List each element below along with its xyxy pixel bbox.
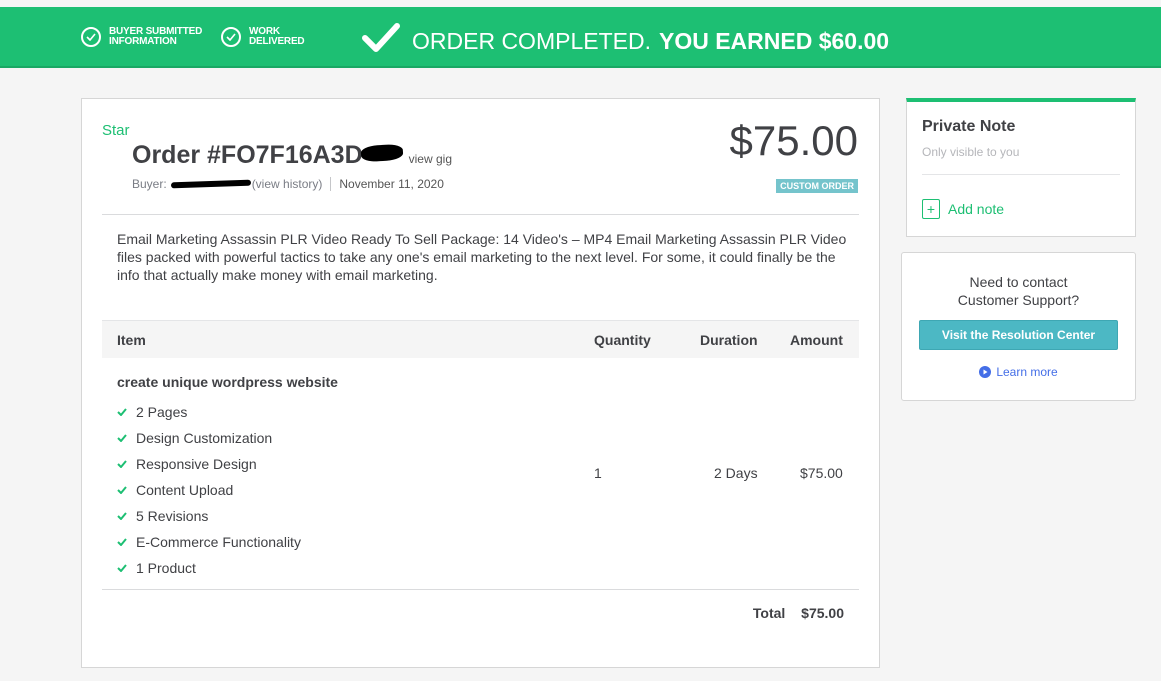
custom-order-badge: CUSTOM ORDER bbox=[776, 179, 858, 193]
add-note-icon: + bbox=[922, 199, 940, 219]
order-title: Order #FO7F16A3D view gig bbox=[132, 141, 452, 170]
column-duration: Duration bbox=[700, 332, 758, 348]
order-completed-headline: ORDER COMPLETED. YOU EARNED $60.00 bbox=[362, 23, 889, 59]
column-quantity: Quantity bbox=[594, 332, 651, 348]
check-icon bbox=[362, 23, 400, 59]
list-item: Design Customization bbox=[117, 425, 301, 451]
learn-more-label: Learn more bbox=[996, 365, 1058, 379]
order-status-banner: BUYER SUBMITTED INFORMATION WORK DELIVERED… bbox=[0, 7, 1161, 68]
cell-amount: $75.00 bbox=[800, 465, 843, 481]
check-circle-icon bbox=[81, 27, 101, 47]
package-name: create unique wordpress website bbox=[117, 374, 338, 390]
private-note-title: Private Note bbox=[922, 118, 1016, 135]
headline-earned: YOU EARNED $60.00 bbox=[658, 27, 890, 54]
order-price: $75.00 bbox=[729, 117, 858, 164]
cell-quantity: 1 bbox=[594, 465, 602, 481]
list-item: 1 Product bbox=[117, 555, 301, 581]
check-icon bbox=[117, 538, 129, 546]
order-date: November 11, 2020 bbox=[339, 177, 444, 191]
order-total: Total $75.00 bbox=[753, 605, 844, 621]
step-label: BUYER SUBMITTED INFORMATION bbox=[109, 26, 203, 47]
learn-more-link[interactable]: Learn more bbox=[902, 365, 1135, 379]
check-icon bbox=[117, 460, 129, 468]
add-note-button[interactable]: + Add note bbox=[922, 199, 1004, 219]
private-note-card: Private Note Only visible to you + Add n… bbox=[906, 98, 1136, 237]
view-gig-link[interactable]: view gig bbox=[409, 152, 452, 166]
list-item: E-Commerce Functionality bbox=[117, 529, 301, 555]
list-item: 2 Pages bbox=[117, 399, 301, 425]
add-note-label: Add note bbox=[948, 201, 1005, 217]
seller-name[interactable]: Star bbox=[102, 122, 130, 139]
support-card: Need to contact Customer Support? Visit t… bbox=[901, 252, 1136, 401]
table-header: Item Quantity Duration Amount bbox=[102, 320, 859, 358]
column-amount: Amount bbox=[790, 332, 843, 348]
total-label: Total bbox=[752, 605, 786, 621]
redaction-mark bbox=[170, 179, 251, 189]
list-item: Responsive Design bbox=[117, 451, 301, 477]
feature-list: 2 Pages Design Customization Responsive … bbox=[117, 399, 301, 581]
column-item: Item bbox=[117, 332, 146, 348]
view-history-link[interactable]: (view history) bbox=[252, 177, 323, 191]
private-note-subtitle: Only visible to you bbox=[922, 145, 1020, 159]
check-icon bbox=[117, 564, 129, 572]
check-icon bbox=[117, 434, 129, 442]
order-card: Star Order #FO7F16A3D view gig Buyer: (v… bbox=[81, 98, 880, 668]
step-buyer-submitted: BUYER SUBMITTED INFORMATION bbox=[81, 27, 202, 47]
headline-status: ORDER COMPLETED. bbox=[412, 27, 651, 54]
check-icon bbox=[117, 408, 129, 416]
divider bbox=[330, 177, 332, 191]
step-work-delivered: WORK DELIVERED bbox=[221, 26, 305, 47]
list-item: 5 Revisions bbox=[117, 503, 301, 529]
buyer-info: Buyer: (view history) November 11, 2020 bbox=[132, 177, 444, 191]
order-number: Order #FO7F16A3D bbox=[132, 141, 363, 169]
buyer-label: Buyer: bbox=[132, 177, 167, 191]
divider bbox=[922, 174, 1120, 175]
check-circle-icon bbox=[221, 27, 241, 47]
redaction-mark bbox=[360, 143, 404, 163]
step-label: WORK DELIVERED bbox=[249, 26, 305, 47]
total-value: $75.00 bbox=[801, 605, 844, 621]
check-icon bbox=[117, 512, 129, 520]
play-circle-icon bbox=[979, 366, 992, 378]
resolution-center-button[interactable]: Visit the Resolution Center bbox=[919, 320, 1118, 350]
divider bbox=[102, 589, 859, 590]
check-icon bbox=[117, 486, 129, 494]
order-description: Email Marketing Assassin PLR Video Ready… bbox=[117, 231, 847, 283]
divider bbox=[102, 214, 859, 215]
list-item: Content Upload bbox=[117, 477, 301, 503]
cell-duration: 2 Days bbox=[714, 465, 758, 481]
support-text: Need to contact Customer Support? bbox=[957, 274, 1080, 308]
